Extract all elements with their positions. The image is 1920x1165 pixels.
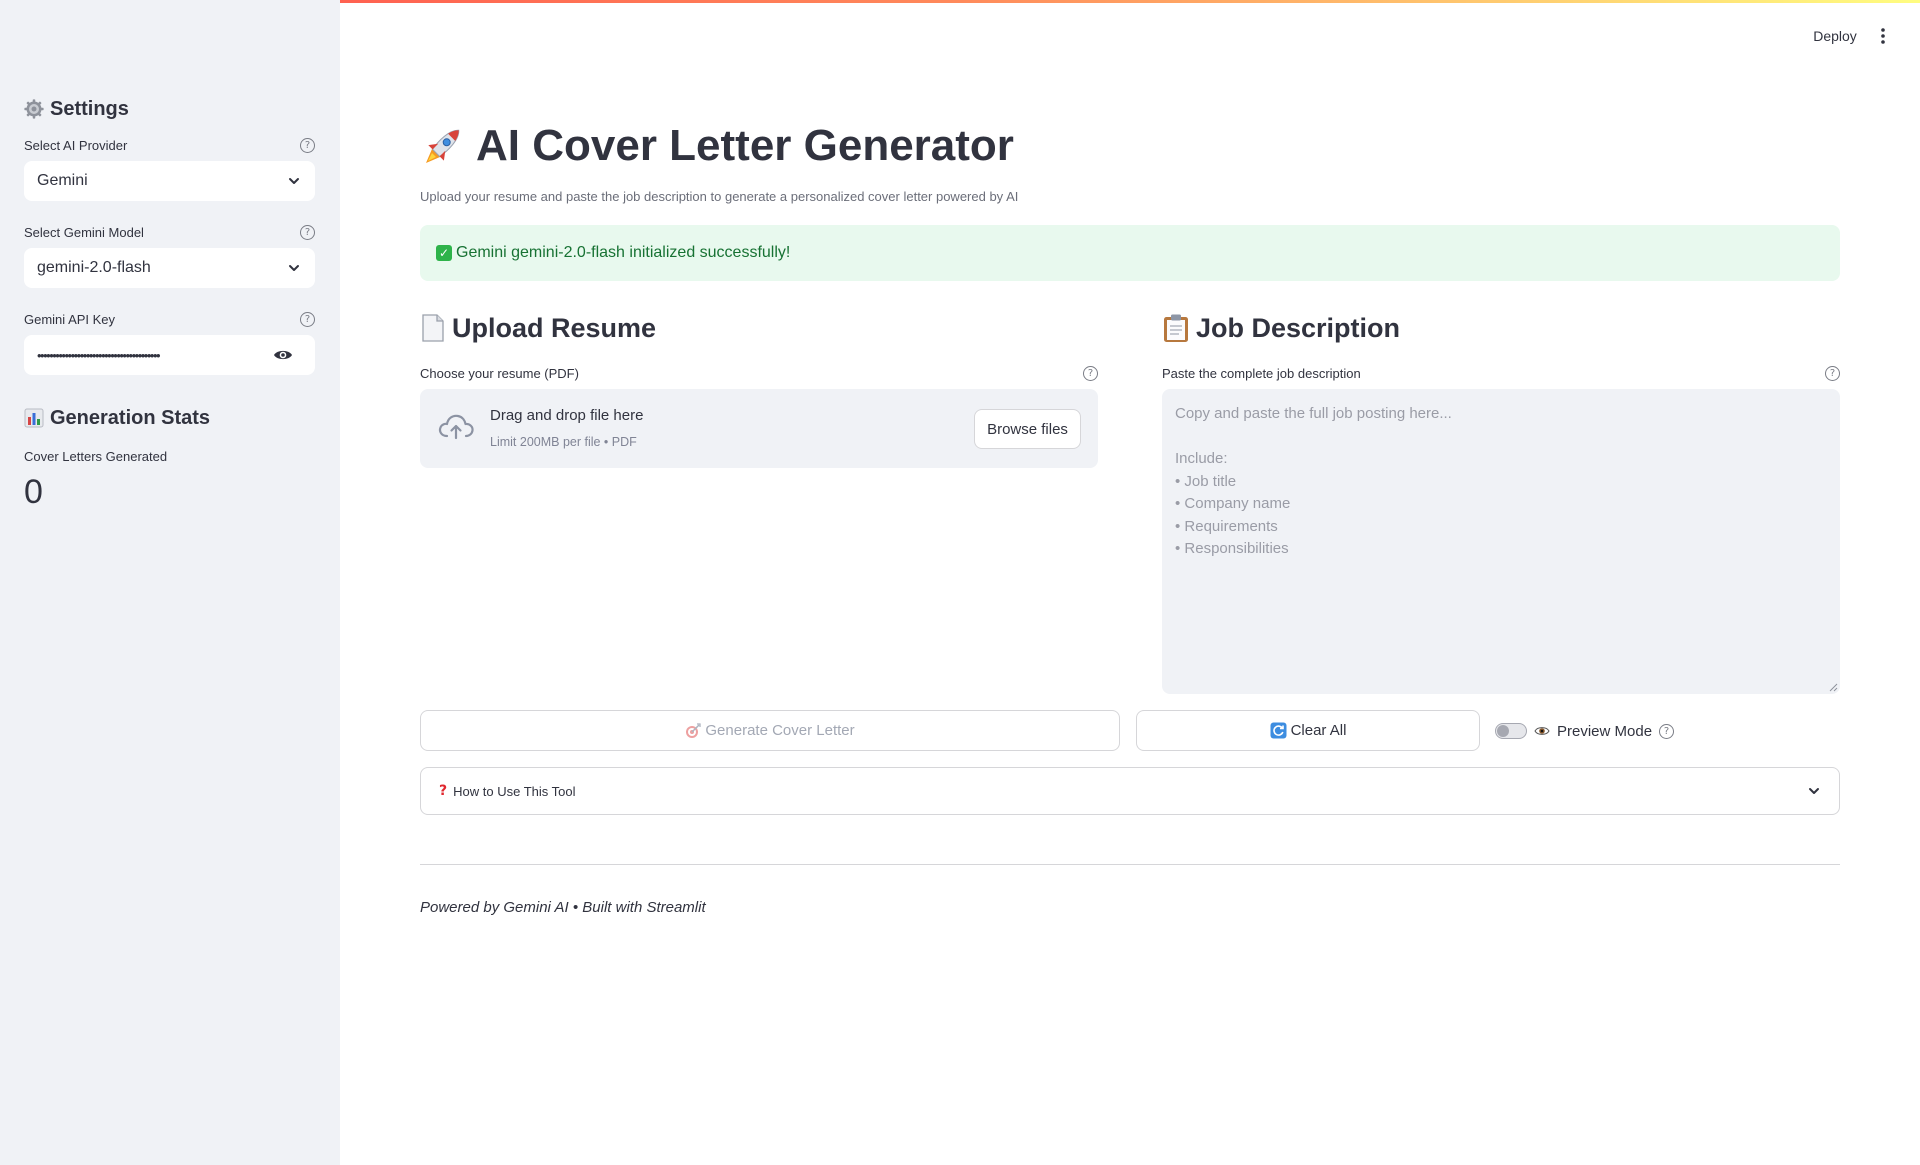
upload-resume-heading-text: Upload Resume: [452, 312, 657, 343]
page-subtitle: Upload your resume and paste the job des…: [420, 189, 1019, 204]
help-icon[interactable]: ?: [300, 224, 315, 240]
eye-icon[interactable]: [273, 348, 293, 362]
model-label-row: Select Gemini Model ?: [24, 223, 315, 241]
dropzone-text: Drag and drop file here: [490, 407, 644, 424]
stats-title: Generation Stats: [50, 406, 211, 429]
job-description-textarea[interactable]: Copy and paste the full job posting here…: [1162, 389, 1840, 694]
preview-mode-label: Preview Mode: [1557, 722, 1653, 740]
check-mark-icon: ✓: [436, 245, 452, 261]
provider-select-value: Gemini: [37, 172, 88, 189]
placeholder-line: • Company name: [1175, 495, 1291, 512]
footer-text: Powered by Gemini AI • Built with Stream…: [420, 899, 706, 916]
settings-heading: Settings: [24, 96, 315, 122]
chevron-down-icon: [289, 178, 299, 184]
job-label: Paste the complete job description: [1162, 365, 1361, 381]
success-alert: ✓ Gemini gemini-2.0-flash initialized su…: [420, 225, 1840, 281]
eye-icon: [1534, 727, 1550, 735]
help-icon[interactable]: ?: [300, 137, 315, 153]
page-title: AI Cover Letter Generator: [420, 118, 1014, 174]
upload-resume-heading: Upload Resume: [420, 312, 656, 344]
browse-files-button[interactable]: Browse files: [974, 409, 1081, 449]
question-mark-icon: ?: [439, 783, 448, 799]
clear-all-label: Clear All: [1290, 722, 1347, 739]
job-label-row: Paste the complete job description ?: [1162, 364, 1840, 382]
placeholder-line: Include:: [1175, 450, 1228, 467]
chevron-down-icon: [289, 265, 299, 271]
preview-mode-toggle-row: Preview Mode ?: [1495, 720, 1675, 742]
placeholder-line: • Requirements: [1175, 517, 1278, 535]
document-icon: [422, 314, 444, 342]
job-description-heading-text: Job Description: [1196, 312, 1401, 343]
cloud-upload-icon: [438, 414, 474, 440]
metric-label: Cover Letters Generated: [24, 448, 168, 464]
api-key-label-row: Gemini API Key ?: [24, 310, 315, 328]
placeholder-line: [1175, 426, 1827, 449]
help-icon[interactable]: ?: [1083, 365, 1098, 381]
model-select[interactable]: gemini-2.0-flash: [24, 248, 315, 288]
model-select-value: gemini-2.0-flash: [37, 259, 151, 276]
how-to-use-expander[interactable]: ? How to Use This Tool: [420, 767, 1840, 815]
refresh-icon: [1270, 722, 1287, 739]
how-to-use-label: How to Use This Tool: [453, 783, 576, 799]
success-alert-text: Gemini gemini-2.0-flash initialized succ…: [456, 244, 791, 261]
preview-mode-toggle[interactable]: [1495, 723, 1527, 739]
settings-title: Settings: [50, 97, 129, 120]
placeholder-line: Copy and paste the full job posting here…: [1175, 405, 1452, 422]
provider-label: Select AI Provider: [24, 137, 128, 153]
resume-label-row: Choose your resume (PDF) ?: [420, 364, 1098, 382]
bar-chart-icon: [24, 408, 44, 428]
help-icon[interactable]: ?: [300, 311, 315, 327]
stats-heading: Generation Stats: [24, 405, 315, 431]
api-key-input[interactable]: ••••••••••••••••••••••••••••••••••••••••: [24, 335, 315, 375]
api-key-masked-value: ••••••••••••••••••••••••••••••••••••••••: [37, 347, 161, 363]
deploy-button[interactable]: Deploy: [1800, 22, 1870, 50]
resume-label: Choose your resume (PDF): [420, 365, 579, 381]
api-key-label: Gemini API Key: [24, 311, 116, 327]
gear-icon: [24, 99, 44, 119]
page-title-text: AI Cover Letter Generator: [476, 121, 1014, 170]
model-label: Select Gemini Model: [24, 224, 144, 240]
clear-all-button[interactable]: Clear All: [1136, 710, 1480, 751]
provider-select[interactable]: Gemini: [24, 161, 315, 201]
placeholder-line: • Responsibilities: [1175, 540, 1289, 557]
vertical-ellipsis-icon[interactable]: [1872, 24, 1894, 48]
help-icon[interactable]: ?: [1825, 365, 1840, 381]
clipboard-icon: [1164, 314, 1188, 342]
dropzone-limit: Limit 200MB per file • PDF: [490, 435, 637, 449]
resume-dropzone[interactable]: Drag and drop file here Limit 200MB per …: [420, 389, 1098, 468]
provider-label-row: Select AI Provider ?: [24, 136, 315, 154]
job-description-heading: Job Description: [1162, 312, 1400, 344]
placeholder-line: • Job title: [1175, 472, 1237, 490]
target-icon: [686, 722, 702, 738]
generate-cover-letter-button[interactable]: Generate Cover Letter: [420, 710, 1120, 751]
metric-value: 0: [24, 473, 43, 511]
rocket-icon: [426, 129, 460, 163]
divider: [420, 864, 1840, 865]
generate-cover-letter-label: Generate Cover Letter: [705, 722, 855, 739]
chevron-down-icon: [1809, 788, 1819, 794]
toggle-knob: [1497, 725, 1509, 737]
help-icon[interactable]: ?: [1659, 723, 1675, 739]
resize-handle-icon[interactable]: [1829, 683, 1838, 692]
sidebar: Settings Select AI Provider ? Gemini Sel…: [0, 0, 340, 1165]
